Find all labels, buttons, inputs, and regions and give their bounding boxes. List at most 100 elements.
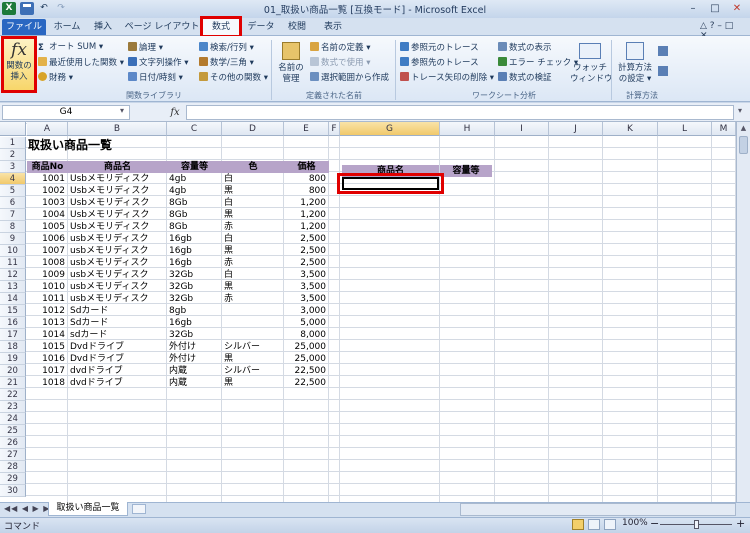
row-header-29[interactable]: 29 [0,473,26,485]
row-header-2[interactable]: 2 [0,149,26,161]
column-header-j[interactable]: J [549,122,603,136]
remove-arrows-button[interactable]: トレース矢印の削除 ▾ [400,72,494,84]
show-formulas-button[interactable]: 数式の表示 [498,42,552,54]
table-cell[interactable]: Usbメモリディスク [68,173,167,185]
table-cell[interactable]: 黒 [222,353,284,365]
column-header-a[interactable]: A [27,122,68,136]
expand-formula-bar-icon[interactable]: ▾ [738,106,742,115]
header-cell[interactable]: 商品名 [68,161,167,173]
table-cell[interactable]: usbメモリディスク [68,281,167,293]
table-cell[interactable]: 白 [222,173,284,185]
table-cell[interactable]: 25,000 [284,353,329,365]
table-cell[interactable]: 32Gb [167,269,222,281]
name-manager-button[interactable]: 名前の 管理 [274,40,308,88]
row-header-24[interactable]: 24 [0,413,26,425]
table-cell[interactable]: 16gb [167,233,222,245]
table-cell[interactable]: 22,500 [284,365,329,377]
row-header-13[interactable]: 13 [0,281,26,293]
table-cell[interactable]: 5,000 [284,317,329,329]
table-cell[interactable]: Sdカード [68,305,167,317]
table-cell[interactable]: 黒 [222,209,284,221]
column-header-c[interactable]: C [167,122,222,136]
table-cell[interactable]: 1001 [27,173,68,185]
name-box[interactable]: G4 [2,105,130,120]
table-cell[interactable]: 16gb [167,257,222,269]
table-cell[interactable]: 32Gb [167,293,222,305]
table-cell[interactable] [222,329,284,341]
table-cell[interactable]: 1,200 [284,197,329,209]
row-header-30[interactable]: 30 [0,485,26,497]
row-header-17[interactable]: 17 [0,329,26,341]
table-cell[interactable]: 8Gb [167,221,222,233]
calculate-sheet-icon[interactable] [658,66,668,76]
row-header-8[interactable]: 8 [0,221,26,233]
row-header-27[interactable]: 27 [0,449,26,461]
table-cell[interactable]: 3,500 [284,293,329,305]
column-header-i[interactable]: I [495,122,549,136]
error-checking-button[interactable]: エラー チェック ▾ [498,57,578,69]
table-cell[interactable]: 外付け [167,353,222,365]
table-cell[interactable]: 1011 [27,293,68,305]
table-cell[interactable]: 内蔵 [167,365,222,377]
header-cell[interactable]: 色 [222,161,284,173]
table-cell[interactable]: usbメモリディスク [68,269,167,281]
financial-button[interactable]: 財務 ▾ [38,72,73,84]
table-cell[interactable]: 1005 [27,221,68,233]
save-icon[interactable] [20,2,34,15]
table-cell[interactable]: 16gb [167,245,222,257]
row-header-6[interactable]: 6 [0,197,26,209]
tab-data[interactable]: データ [244,19,278,35]
close-icon[interactable]: ✕ [726,1,748,16]
undo-icon[interactable]: ↶ [37,2,51,15]
select-all-corner[interactable] [0,122,26,136]
table-cell[interactable]: usbメモリディスク [68,245,167,257]
table-cell[interactable] [222,305,284,317]
row-header-14[interactable]: 14 [0,293,26,305]
normal-view-icon[interactable] [572,519,584,530]
table-cell[interactable]: usbメモリディスク [68,293,167,305]
page-break-view-icon[interactable] [604,519,616,530]
row-header-16[interactable]: 16 [0,317,26,329]
column-header-k[interactable]: K [603,122,658,136]
table-cell[interactable]: 3,500 [284,269,329,281]
column-header-e[interactable]: E [284,122,329,136]
use-in-formula-button[interactable]: 数式で使用 ▾ [310,57,370,69]
table-cell[interactable]: 8gb [167,305,222,317]
table-cell[interactable]: dvdドライブ [68,365,167,377]
tab-formulas[interactable]: 数式 [200,16,242,38]
table-cell[interactable]: Usbメモリディスク [68,221,167,233]
autosum-button[interactable]: Σ オート SUM ▾ [38,42,103,53]
lookup-header-capacity[interactable]: 容量等 [440,165,492,177]
row-header-26[interactable]: 26 [0,437,26,449]
table-cell[interactable]: 32Gb [167,281,222,293]
page-layout-view-icon[interactable] [588,519,600,530]
maximize-icon[interactable]: □ [704,1,726,16]
table-cell[interactable]: 1,200 [284,209,329,221]
table-cell[interactable]: 1006 [27,233,68,245]
trace-precedents-button[interactable]: 参照元のトレース [400,42,479,54]
row-header-25[interactable]: 25 [0,425,26,437]
table-cell[interactable]: 4gb [167,185,222,197]
column-header-b[interactable]: B [68,122,167,136]
name-box-dropdown-icon[interactable]: ▾ [120,106,124,115]
table-cell[interactable]: 白 [222,233,284,245]
table-cell[interactable]: 白 [222,269,284,281]
tab-view[interactable]: 表示 [318,19,348,35]
horizontal-scrollbar[interactable] [460,503,736,516]
tab-file[interactable]: ファイル [2,19,46,35]
table-cell[interactable]: 黒 [222,185,284,197]
table-cell[interactable]: Usbメモリディスク [68,209,167,221]
minimize-icon[interactable]: – [682,1,704,16]
table-cell[interactable]: 22,500 [284,377,329,389]
trace-dependents-button[interactable]: 参照先のトレース [400,57,479,69]
table-cell[interactable]: 1012 [27,305,68,317]
fx-icon[interactable]: fx [168,105,182,120]
row-header-19[interactable]: 19 [0,353,26,365]
logical-button[interactable]: 論理 ▾ [128,42,163,54]
row-header-21[interactable]: 21 [0,377,26,389]
table-cell[interactable]: 8,000 [284,329,329,341]
table-cell[interactable]: 1014 [27,329,68,341]
table-cell[interactable]: usbメモリディスク [68,257,167,269]
tab-review[interactable]: 校閲 [282,19,312,35]
table-cell[interactable]: 4gb [167,173,222,185]
